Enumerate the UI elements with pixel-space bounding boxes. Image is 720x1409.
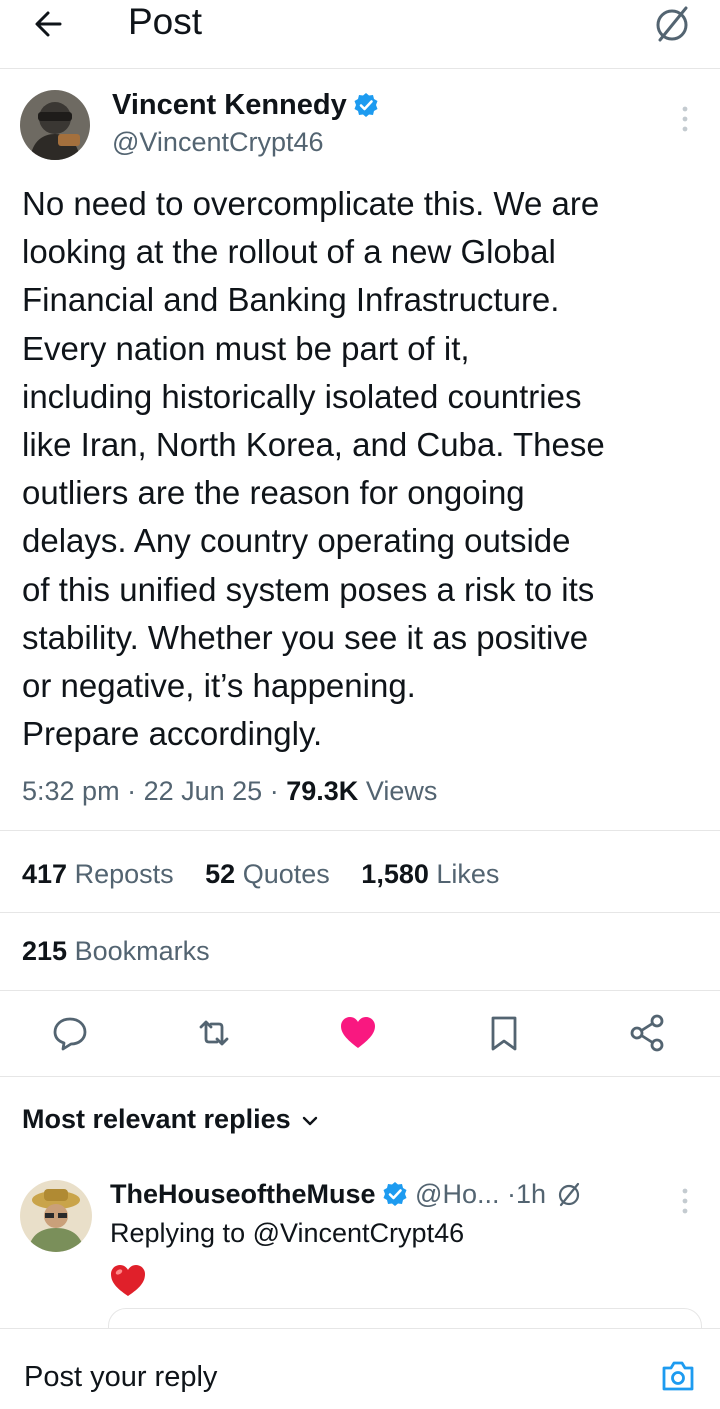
replies-section-title: Most relevant replies	[22, 1104, 291, 1134]
meta-separator: ·	[127, 776, 137, 806]
grok-icon[interactable]	[652, 4, 692, 44]
post-time: 5:32 pm	[22, 776, 120, 806]
likes-stat[interactable]: 1,580 Likes	[361, 859, 499, 889]
chevron-down-icon	[301, 1102, 319, 1126]
reply-author-handle[interactable]: @Ho...	[415, 1179, 499, 1209]
bookmarks-stat[interactable]: 215 Bookmarks	[22, 932, 210, 970]
bookmarks-count: 215	[22, 936, 68, 966]
stats-divider	[0, 912, 720, 913]
replying-to-text: Replying to @VincentCrypt46	[110, 1218, 465, 1248]
author-name[interactable]: Vincent Kennedy	[112, 86, 379, 124]
reply-input[interactable]	[22, 1357, 626, 1397]
quotes-label: Quotes	[242, 859, 330, 889]
camera-icon[interactable]	[660, 1359, 696, 1393]
post-body: No need to overcomplicate this. We are l…	[22, 185, 605, 753]
red-heart-emoji-icon	[108, 1262, 148, 1300]
likes-label: Likes	[436, 859, 500, 889]
bookmarks-divider	[0, 990, 720, 991]
verified-badge-icon	[353, 90, 379, 117]
reply-author-avatar[interactable]	[20, 1180, 92, 1252]
reposts-count: 417	[22, 859, 68, 889]
reply-timestamp: 1h	[516, 1179, 547, 1209]
author-name-text: Vincent Kennedy	[112, 89, 347, 121]
quotes-count: 52	[205, 859, 236, 889]
reply-icon[interactable]	[48, 1011, 92, 1055]
reply-more-options-icon[interactable]	[676, 1186, 694, 1216]
post-meta: 5:32 pm · 22 Jun 25 · 79.3K Views	[22, 772, 437, 810]
reply-composer	[0, 1328, 720, 1409]
quotes-stat[interactable]: 52 Quotes	[205, 859, 330, 889]
reply-separator: ·	[507, 1179, 516, 1209]
engagement-stats: 417 Reposts 52 Quotes 1,580 Likes	[22, 855, 523, 893]
reposts-label: Reposts	[74, 859, 174, 889]
verified-badge-icon	[382, 1179, 408, 1206]
bookmark-icon[interactable]	[482, 1011, 526, 1055]
reply-header: TheHouseoftheMuse @Ho... ·1h	[110, 1175, 582, 1213]
actions-divider	[0, 1076, 720, 1077]
meta-separator: ·	[269, 776, 279, 806]
repost-icon[interactable]	[192, 1011, 236, 1055]
reply-author-name[interactable]: TheHouseoftheMuse	[110, 1179, 376, 1209]
share-icon[interactable]	[626, 1011, 670, 1055]
post-date: 22 Jun 25	[143, 776, 263, 806]
more-options-icon[interactable]	[676, 104, 694, 134]
bookmarks-label: Bookmarks	[74, 936, 210, 966]
replies-sort-toggle[interactable]: Most relevant replies	[22, 1100, 319, 1138]
views-label: Views	[365, 776, 438, 806]
reposts-stat[interactable]: 417 Reposts	[22, 859, 174, 889]
likes-count: 1,580	[361, 859, 429, 889]
header-divider	[0, 68, 720, 69]
views-count: 79.3K	[286, 776, 359, 806]
author-avatar[interactable]	[20, 90, 90, 160]
page-title: Post	[128, 1, 203, 42]
back-arrow-icon[interactable]	[30, 6, 70, 42]
meta-divider	[0, 830, 720, 831]
grok-icon[interactable]	[556, 1179, 582, 1207]
like-icon[interactable]	[336, 1011, 380, 1055]
author-handle[interactable]: @VincentCrypt46	[112, 124, 324, 160]
